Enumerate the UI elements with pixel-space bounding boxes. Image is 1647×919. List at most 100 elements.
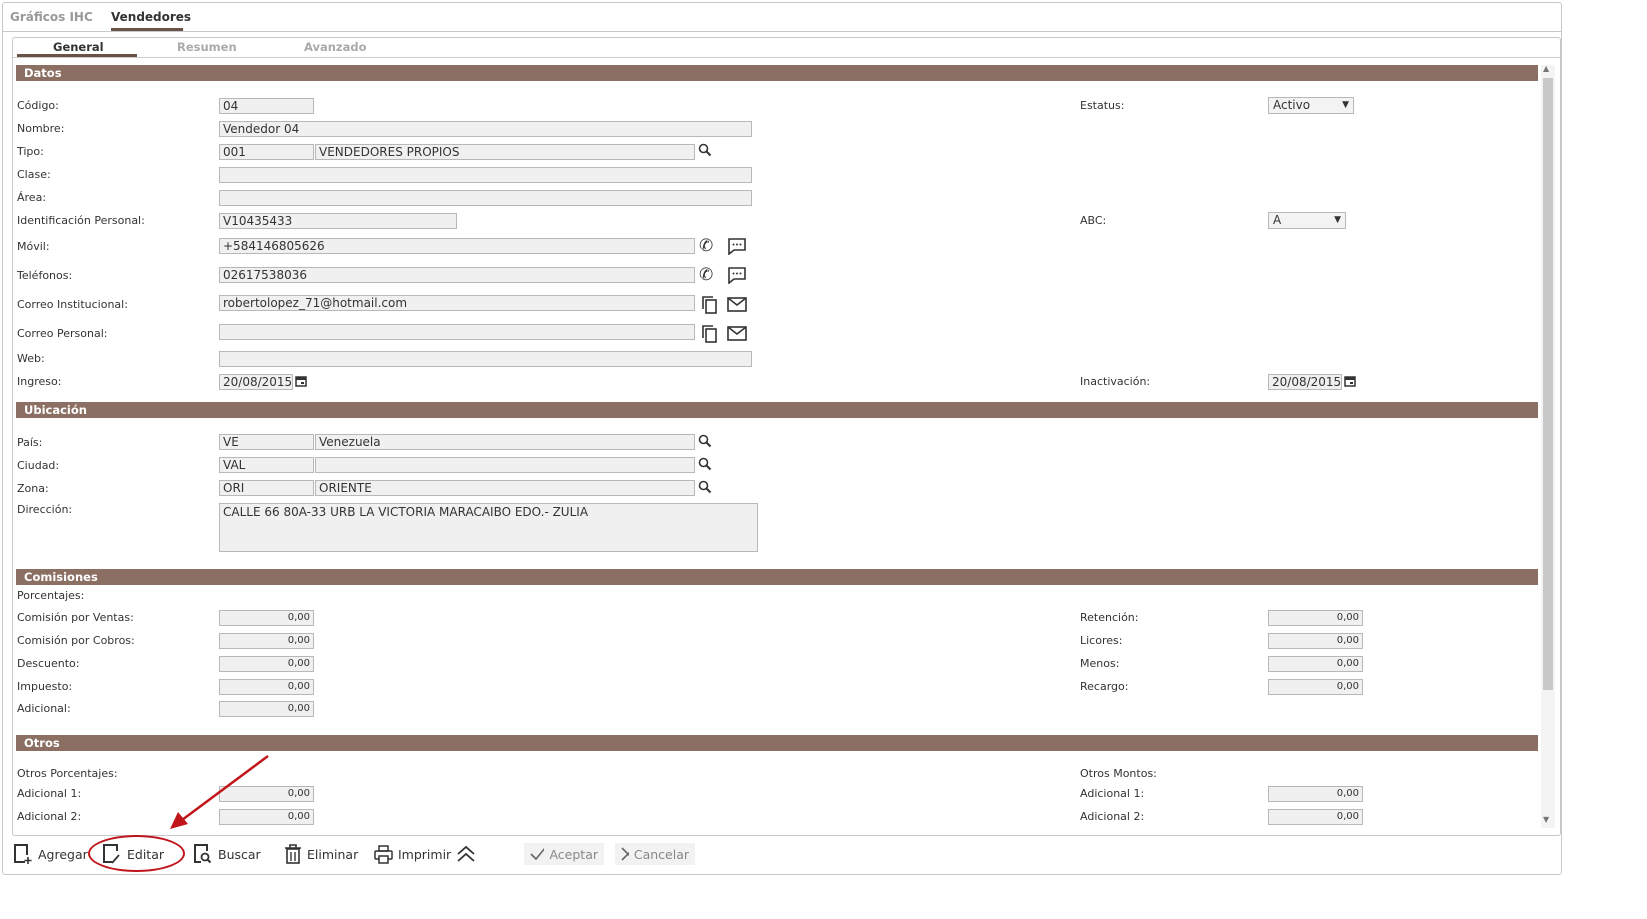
checkmark-icon: [530, 847, 545, 861]
abc-select[interactable]: A ▼: [1268, 212, 1346, 229]
add-document-icon: [14, 844, 32, 864]
phone-call-icon[interactable]: ✆: [699, 265, 713, 285]
subtab-general[interactable]: General: [53, 40, 104, 54]
ciudad-code-field[interactable]: VAL: [219, 457, 314, 473]
scrollbar-thumb[interactable]: [1543, 78, 1553, 690]
dropdown-arrow-icon: ▼: [1342, 100, 1349, 110]
message-icon[interactable]: [727, 266, 747, 287]
movil-field[interactable]: +584146805626: [219, 238, 695, 254]
copy-icon[interactable]: [701, 324, 719, 346]
menos-field[interactable]: 0,00: [1268, 656, 1363, 672]
inactivacion-date-field[interactable]: 20/08/2015: [1268, 374, 1342, 390]
ingreso-label: Ingreso:: [17, 375, 62, 388]
double-chevron-up-icon: [457, 845, 475, 862]
codigo-label: Código:: [17, 99, 59, 112]
comision-ventas-field[interactable]: 0,00: [219, 610, 314, 626]
section-datos: Datos: [16, 65, 1538, 81]
direccion-textarea[interactable]: CALLE 66 80A-33 URB LA VICTORIA MARACAIB…: [219, 503, 758, 552]
adicional-field[interactable]: 0,00: [219, 701, 314, 717]
montos-adicional2-label: Adicional 2:: [1080, 810, 1145, 823]
licores-label: Licores:: [1080, 634, 1123, 647]
collapse-button[interactable]: [456, 843, 476, 865]
licores-field[interactable]: 0,00: [1268, 633, 1363, 649]
cancelar-label: Cancelar: [633, 846, 689, 862]
montos-adicional1-label: Adicional 1:: [1080, 787, 1145, 800]
recargo-field[interactable]: 0,00: [1268, 679, 1363, 695]
scroll-up-icon[interactable]: ▲: [1543, 64, 1549, 73]
imprimir-label: Imprimir: [398, 846, 452, 862]
comision-cobros-field[interactable]: 0,00: [219, 633, 314, 649]
imprimir-button[interactable]: Imprimir: [374, 843, 451, 865]
correo-inst-field[interactable]: robertolopez_71@hotmail.com: [219, 295, 695, 311]
retencion-field[interactable]: 0,00: [1268, 610, 1363, 626]
tipo-desc-field[interactable]: VENDEDORES PROPIOS: [315, 144, 695, 160]
ciudad-label: Ciudad:: [17, 459, 60, 472]
telefonos-field[interactable]: 02617538036: [219, 267, 695, 283]
subtab-resumen[interactable]: Resumen: [177, 40, 237, 54]
ingreso-date-field[interactable]: 20/08/2015: [219, 374, 293, 390]
printer-icon: [374, 844, 393, 864]
area-label: Área:: [17, 191, 47, 204]
phone-call-icon[interactable]: ✆: [699, 236, 713, 256]
aceptar-button[interactable]: Aceptar: [524, 843, 604, 865]
eliminar-label: Eliminar: [307, 846, 359, 862]
correo-pers-field[interactable]: [219, 324, 695, 340]
pais-desc-field[interactable]: Venezuela: [315, 434, 695, 450]
ident-field[interactable]: V10435433: [219, 213, 457, 229]
buscar-button[interactable]: Buscar: [193, 843, 261, 865]
search-icon[interactable]: [698, 480, 712, 497]
ciudad-desc-field[interactable]: [315, 457, 695, 473]
codigo-field[interactable]: 04: [219, 98, 314, 114]
ident-label: Identificación Personal:: [17, 214, 145, 227]
aceptar-label: Aceptar: [549, 846, 598, 862]
otros-montos-label: Otros Montos:: [1080, 767, 1157, 780]
estatus-select[interactable]: Activo ▼: [1268, 97, 1354, 114]
telefonos-label: Teléfonos:: [17, 269, 73, 282]
tipo-code-field[interactable]: 001: [219, 144, 314, 160]
menos-label: Menos:: [1080, 657, 1120, 670]
web-field[interactable]: [219, 351, 752, 367]
pais-label: País:: [17, 436, 43, 449]
area-field[interactable]: [219, 190, 752, 206]
retencion-label: Retención:: [1080, 611, 1139, 624]
otros-adicional2-label: Adicional 2:: [17, 810, 82, 823]
zona-code-field[interactable]: ORI: [219, 480, 314, 496]
agregar-button[interactable]: Agregar: [13, 843, 88, 865]
otros-adicional1-label: Adicional 1:: [17, 787, 82, 800]
estatus-label: Estatus:: [1080, 99, 1125, 112]
inactivacion-label: Inactivación:: [1080, 375, 1151, 388]
eliminar-button[interactable]: Eliminar: [284, 843, 358, 865]
tab-graficos-ihc[interactable]: Gráficos IHC: [10, 10, 93, 24]
tab-vendedores[interactable]: Vendedores: [111, 10, 191, 24]
abc-value: A: [1273, 213, 1282, 227]
calendar-icon[interactable]: [1344, 375, 1356, 390]
email-icon[interactable]: [727, 297, 747, 315]
search-icon[interactable]: [698, 457, 712, 474]
nombre-field[interactable]: Vendedor 04: [219, 121, 752, 137]
descuento-field[interactable]: 0,00: [219, 656, 314, 672]
montos-adicional2-field[interactable]: 0,00: [1268, 809, 1363, 825]
search-document-icon: [194, 844, 212, 864]
section-otros: Otros: [16, 735, 1538, 751]
close-icon: [621, 847, 629, 861]
comision-ventas-label: Comisión por Ventas:: [17, 611, 134, 624]
subtab-avanzado[interactable]: Avanzado: [304, 40, 367, 54]
calendar-icon[interactable]: [295, 375, 307, 390]
copy-icon[interactable]: [701, 295, 719, 317]
pais-code-field[interactable]: VE: [219, 434, 314, 450]
clase-field[interactable]: [219, 167, 752, 183]
trash-icon: [285, 844, 301, 864]
montos-adicional1-field[interactable]: 0,00: [1268, 786, 1363, 802]
impuesto-field[interactable]: 0,00: [219, 679, 314, 695]
correo-pers-label: Correo Personal:: [17, 327, 108, 340]
email-icon[interactable]: [727, 326, 747, 344]
scroll-down-icon[interactable]: ▼: [1543, 815, 1549, 824]
message-icon[interactable]: [727, 237, 747, 258]
web-label: Web:: [17, 352, 45, 365]
porcentajes-label: Porcentajes:: [17, 589, 85, 602]
zona-desc-field[interactable]: ORIENTE: [315, 480, 695, 496]
search-icon[interactable]: [698, 143, 712, 160]
cancelar-button[interactable]: Cancelar: [615, 843, 695, 865]
movil-label: Móvil:: [17, 240, 50, 253]
search-icon[interactable]: [698, 434, 712, 451]
